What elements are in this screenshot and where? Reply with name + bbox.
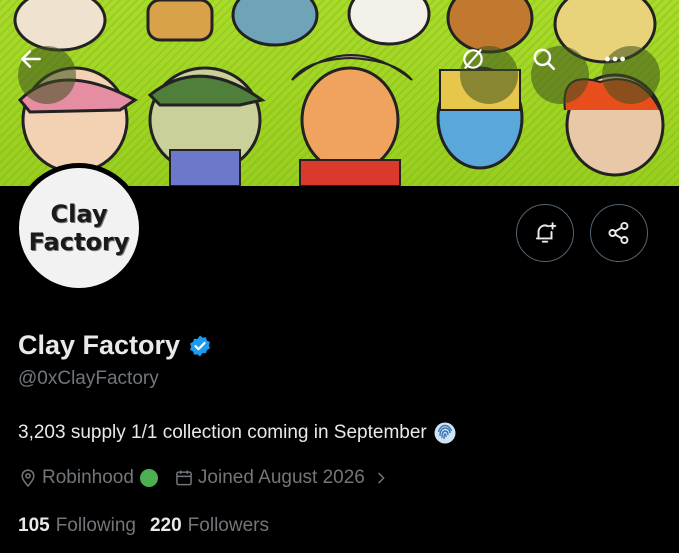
location-item: Robinhood <box>18 467 158 489</box>
more-icon <box>605 56 625 62</box>
verified-badge-icon[interactable] <box>188 334 212 358</box>
search-icon <box>533 48 556 71</box>
profile-bio: 3,203 supply 1/1 collection coming in Se… <box>18 421 457 445</box>
avatar-image: Clay Factory <box>19 168 139 288</box>
avatar[interactable]: Clay Factory <box>14 163 144 293</box>
profile-meta: Robinhood Joined August 2026 <box>18 467 389 489</box>
profile-banner[interactable] <box>0 0 679 186</box>
fingerprint-emoji-icon <box>434 422 456 444</box>
following-label: Following <box>55 515 136 536</box>
location-pin-icon <box>21 469 35 487</box>
back-button[interactable] <box>18 46 76 104</box>
joined-item: Joined August 2026 <box>174 467 389 489</box>
notifications-button[interactable] <box>516 204 574 262</box>
followers-label: Followers <box>187 515 269 536</box>
bio-text: 3,203 supply 1/1 collection coming in Se… <box>18 422 427 443</box>
avatar-logo-text: Clay Factory <box>28 200 130 256</box>
share-icon <box>608 221 629 245</box>
share-button[interactable] <box>590 204 648 262</box>
joined-text: Joined August 2026 <box>197 467 365 488</box>
profile-name: Clay Factory <box>18 330 181 360</box>
calendar-icon <box>176 470 192 486</box>
profile-handle: @0xClayFactory <box>18 368 159 389</box>
chevron-right-icon[interactable] <box>373 470 389 486</box>
profile-name-row: Clay Factory <box>18 330 212 361</box>
location-text: Robinhood <box>42 467 134 488</box>
green-circle-icon <box>139 469 158 487</box>
tip-icon <box>463 49 483 69</box>
followers-count: 220 <box>149 515 182 536</box>
follow-stats: 105 Following 220 Followers <box>18 515 269 537</box>
search-button[interactable] <box>531 46 589 104</box>
bell-plus-icon <box>535 222 557 243</box>
following-link[interactable]: 105 Following <box>18 515 136 537</box>
followers-link[interactable]: 220 Followers <box>150 515 269 537</box>
tip-button[interactable] <box>460 46 518 104</box>
more-button[interactable] <box>602 46 660 104</box>
arrow-left-icon <box>21 50 41 68</box>
following-count: 105 <box>18 515 50 536</box>
